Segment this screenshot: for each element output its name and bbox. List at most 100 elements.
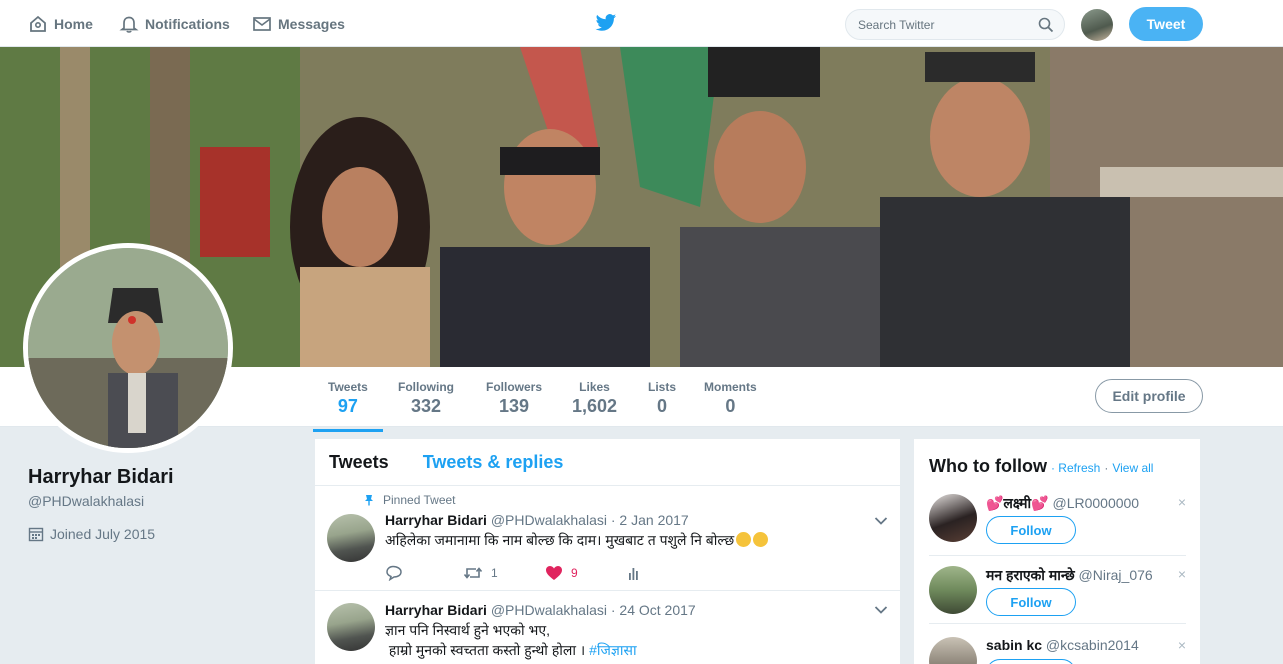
chevron-down-icon[interactable] — [874, 516, 888, 526]
suggestion-name[interactable]: 💕लक्ष्मी💕 — [986, 495, 1049, 511]
stat-likes-label: Likes — [579, 380, 610, 394]
stat-tweets-label: Tweets — [328, 380, 368, 394]
stat-lists-value: 0 — [657, 396, 668, 416]
like-button[interactable]: 9 — [545, 565, 627, 581]
nav-home[interactable]: Home — [28, 0, 93, 47]
dismiss-icon[interactable]: × — [1178, 494, 1186, 510]
search-icon[interactable] — [1038, 17, 1054, 33]
analytics-icon — [629, 568, 638, 580]
retweet-button[interactable]: 1 — [463, 565, 545, 581]
search-box[interactable] — [845, 9, 1065, 40]
view-all-link[interactable]: View all — [1112, 461, 1153, 475]
nav-notifications[interactable]: Notifications — [119, 0, 230, 47]
tweet-author-handle[interactable]: @PHDwalakhalasi — [491, 512, 607, 528]
reply-icon — [386, 565, 402, 581]
dismiss-icon[interactable]: × — [1178, 566, 1186, 582]
who-to-follow-title: Who to follow — [929, 456, 1047, 476]
stat-moments[interactable]: Moments 0 — [704, 380, 757, 417]
suggestion-name[interactable]: मन हराएको मान्छे — [986, 567, 1075, 583]
top-navigation: Home Notifications Messages Tweet — [0, 0, 1283, 47]
tweet-text-content: अहिलेका जमानामा कि नाम बोल्छ कि दाम। मुख… — [385, 532, 735, 548]
analytics-button[interactable] — [627, 565, 643, 581]
profile-name[interactable]: Harryhar Bidari — [28, 466, 174, 489]
separator: · — [1104, 461, 1109, 475]
tweet[interactable]: Harryhar Bidari @PHDwalakhalasi · 24 Oct… — [315, 591, 900, 664]
pinned-label: Pinned Tweet — [383, 493, 456, 507]
hashtag-link[interactable]: #जिज्ञासा — [589, 642, 637, 658]
pin-icon — [365, 495, 373, 506]
chevron-down-icon[interactable] — [874, 605, 888, 615]
stat-tweets-value: 97 — [337, 396, 358, 416]
tweet-text-line: ज्ञान पनि निस्वार्थ हुने भएको भए, — [385, 622, 551, 638]
smiley-emoji-icon — [736, 532, 752, 547]
follow-button[interactable]: Follow — [986, 588, 1076, 616]
profile-avatar[interactable] — [23, 243, 233, 453]
tweet-author-name[interactable]: Harryhar Bidari — [385, 602, 487, 618]
suggestion-name-row: मन हराएको मान्छे @Niraj_076 — [986, 566, 1153, 585]
tweet-author-handle[interactable]: @PHDwalakhalasi — [491, 602, 607, 618]
heart-icon — [546, 566, 562, 580]
stat-lists-label: Lists — [648, 380, 677, 394]
suggestion-handle[interactable]: @LR0000000 — [1052, 495, 1139, 511]
follow-button[interactable]: Follow — [986, 516, 1076, 544]
follow-button[interactable]: Follow — [986, 659, 1076, 664]
edit-profile-button[interactable]: Edit profile — [1095, 379, 1203, 413]
suggestion-handle[interactable]: @kcsabin2014 — [1046, 637, 1139, 653]
tweet-avatar[interactable] — [327, 514, 375, 562]
tab-tweets[interactable]: Tweets — [329, 452, 389, 473]
tweet-header: Harryhar Bidari @PHDwalakhalasi · 24 Oct… — [385, 602, 696, 618]
retweet-icon — [463, 567, 483, 579]
suggestion-handle[interactable]: @Niraj_076 — [1079, 567, 1153, 583]
stat-likes[interactable]: Likes 1,602 — [572, 380, 617, 417]
tab-tweets-and-replies[interactable]: Tweets & replies — [423, 452, 564, 473]
profile-joined: Joined July 2015 — [28, 526, 155, 542]
reply-button[interactable] — [385, 565, 463, 581]
tweet-date[interactable]: · 24 Oct 2017 — [611, 602, 696, 618]
suggestion-avatar[interactable] — [929, 494, 977, 542]
stat-followers-value: 139 — [498, 396, 530, 416]
profile-avatar-photo — [28, 248, 228, 448]
nav-messages-label: Messages — [278, 15, 345, 32]
tweet-author-name[interactable]: Harryhar Bidari — [385, 512, 487, 528]
timeline-tabs: Tweets Tweets & replies — [315, 439, 900, 486]
envelope-icon — [253, 16, 271, 31]
suggestion-item: 💕लक्ष्मी💕 @LR0000000 Follow × — [929, 494, 1186, 556]
nav-messages[interactable]: Messages — [252, 0, 345, 47]
tweet-date[interactable]: · 2 Jan 2017 — [611, 512, 689, 528]
search-input[interactable] — [858, 17, 1028, 32]
home-icon — [30, 15, 46, 32]
suggestion-avatar[interactable] — [929, 566, 977, 614]
tweet-text: ज्ञान पनि निस्वार्थ हुने भएको भए, हाम्रो… — [385, 620, 637, 660]
stat-followers[interactable]: Followers 139 — [486, 380, 542, 417]
stat-tweets[interactable]: Tweets 97 — [313, 380, 383, 432]
tweet[interactable]: Pinned Tweet Harryhar Bidari @PHDwalakha… — [315, 486, 900, 591]
tweet-text-line: हाम्रो मुनको स्वच्तता कस्तो हुन्थो होला … — [385, 642, 586, 658]
tweet-actions: 1 9 — [385, 565, 643, 581]
suggestion-name[interactable]: sabin kc — [986, 637, 1042, 653]
suggestion-item: मन हराएको मान्छे @Niraj_076 Follow × — [929, 566, 1186, 624]
stat-moments-value: 0 — [725, 396, 736, 416]
tweet-header: Harryhar Bidari @PHDwalakhalasi · 2 Jan … — [385, 512, 689, 528]
timeline: Tweets Tweets & replies Pinned Tweet Har… — [314, 438, 901, 664]
stat-lists[interactable]: Lists 0 — [648, 380, 676, 417]
stat-followers-label: Followers — [486, 380, 543, 394]
stat-following-label: Following — [398, 380, 454, 394]
suggestion-name-row: sabin kc @kcsabin2014 — [986, 637, 1139, 653]
account-avatar[interactable] — [1081, 9, 1113, 41]
stat-likes-value: 1,602 — [572, 396, 618, 416]
refresh-link[interactable]: · Refresh — [1051, 461, 1100, 475]
stat-following[interactable]: Following 332 — [398, 380, 454, 417]
tweet-avatar[interactable] — [327, 603, 375, 651]
profile-joined-label: Joined July 2015 — [50, 526, 156, 542]
tweet-button[interactable]: Tweet — [1129, 7, 1203, 41]
nav-home-label: Home — [54, 15, 93, 32]
profile-handle[interactable]: @PHDwalakhalasi — [28, 493, 144, 509]
suggestion-avatar[interactable] — [929, 637, 977, 664]
who-to-follow: Who to follow · Refresh · View all 💕लक्ष… — [913, 438, 1201, 664]
bell-icon — [119, 16, 139, 33]
tweet-text-line-2: हाम्रो मुनको स्वच्तता कस्तो हुन्थो होला … — [385, 640, 637, 660]
dismiss-icon[interactable]: × — [1178, 637, 1186, 653]
retweet-count: 1 — [491, 566, 498, 580]
calendar-icon — [28, 527, 44, 542]
twitter-bird-icon[interactable] — [595, 13, 617, 33]
